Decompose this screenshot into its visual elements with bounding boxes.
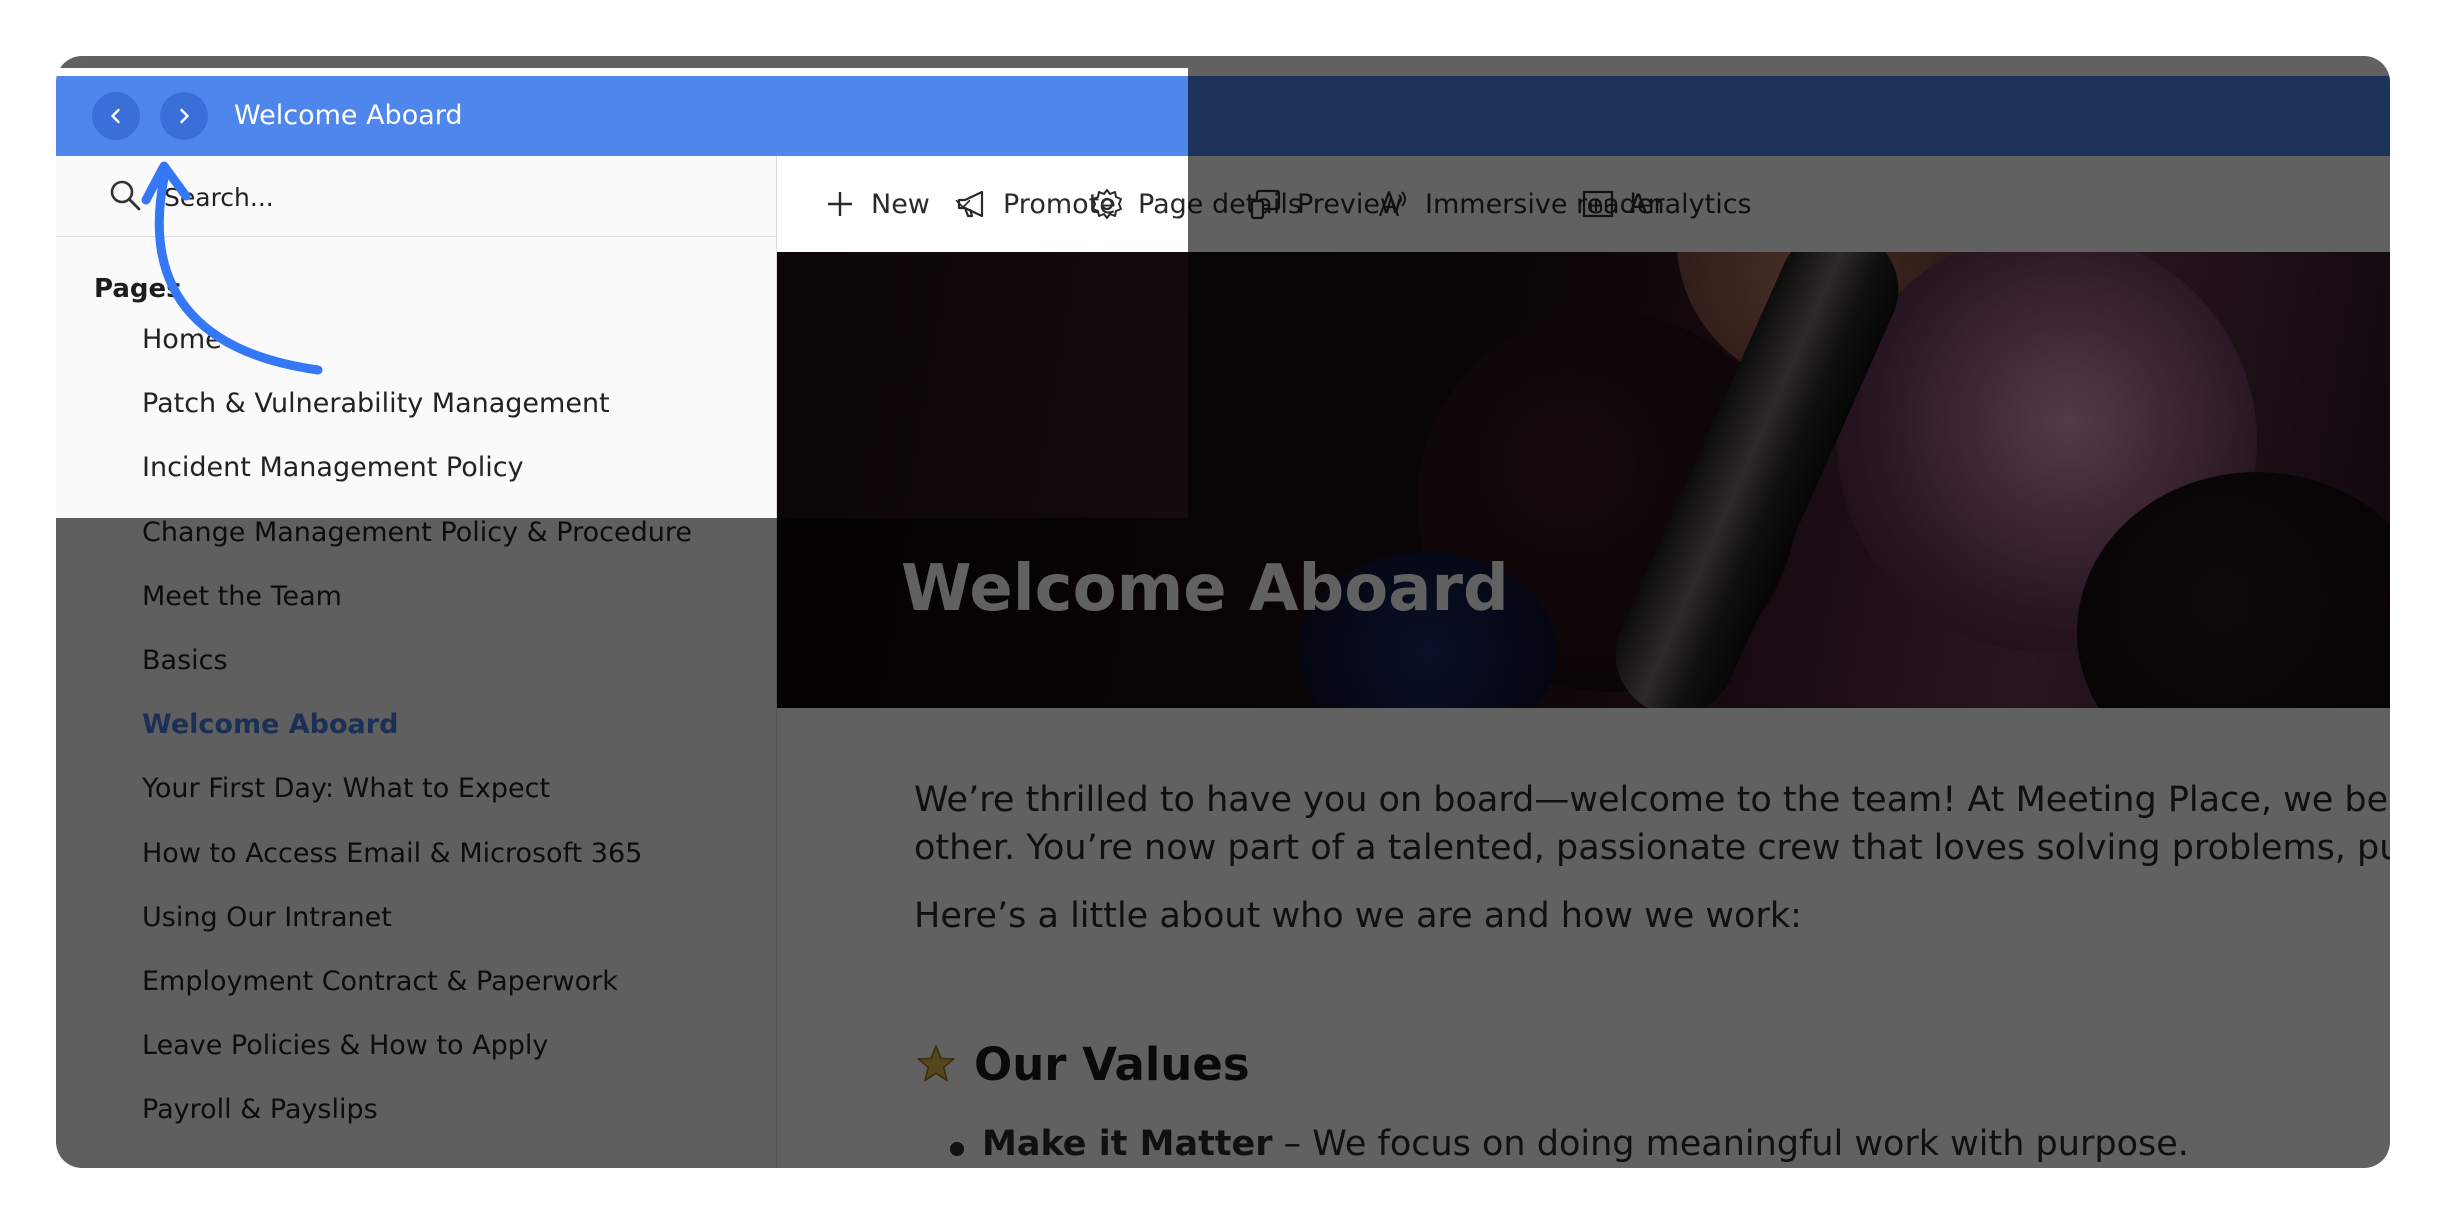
new-label: New bbox=[871, 188, 930, 220]
sidebar-item-intranet[interactable]: Using Our Intranet bbox=[142, 896, 692, 960]
hero-title: Welcome Aboard bbox=[901, 552, 1509, 626]
values-heading-text: Our Values bbox=[974, 1038, 1250, 1091]
values-heading: Our Values bbox=[914, 1038, 1250, 1091]
window-top-strip bbox=[56, 56, 2390, 76]
command-bar: New Promote Page details Preview Immersi… bbox=[777, 156, 2390, 252]
search-icon bbox=[110, 180, 141, 211]
sidebar-item-email-m365[interactable]: How to Access Email & Microsoft 365 bbox=[142, 832, 692, 896]
chevron-right-icon bbox=[180, 108, 189, 124]
bullet-bold: Make it Matter bbox=[982, 1124, 1273, 1164]
plus-icon bbox=[828, 192, 852, 216]
intro-paragraph-2: Here’s a little about who we are and how… bbox=[914, 896, 1802, 936]
sidebar-item-home[interactable]: Home bbox=[142, 318, 692, 382]
pages-heading: Pages bbox=[94, 274, 182, 304]
analytics-icon bbox=[1582, 190, 1614, 218]
chevron-left-icon bbox=[111, 108, 120, 124]
star-badge-icon bbox=[916, 1043, 956, 1082]
preview-icon bbox=[1250, 189, 1281, 220]
gear-icon bbox=[1092, 189, 1122, 219]
bullet-text: – We focus on doing meaningful work with… bbox=[1272, 1124, 2189, 1164]
sidebar-item-basics[interactable]: Basics bbox=[142, 639, 692, 703]
intro-line-1: We’re thrilled to have you on board—welc… bbox=[914, 780, 2390, 820]
sidebar-item-patch-vulnerability[interactable]: Patch & Vulnerability Management bbox=[142, 382, 692, 446]
sidebar-item-incident-management[interactable]: Incident Management Policy bbox=[142, 446, 692, 510]
new-button[interactable]: New bbox=[823, 156, 974, 252]
analytics-button[interactable]: Analytics bbox=[1581, 156, 1752, 252]
search-box[interactable] bbox=[56, 156, 776, 237]
sidebar-item-change-management[interactable]: Change Management Policy & Procedure bbox=[142, 511, 692, 575]
sidebar-item-payroll[interactable]: Payroll & Payslips bbox=[142, 1088, 692, 1152]
sidebar-item-first-day[interactable]: Your First Day: What to Expect bbox=[142, 767, 692, 831]
sidebar-item-contract-paperwork[interactable]: Employment Contract & Paperwork bbox=[142, 960, 692, 1024]
app-window: Welcome Aboard Pages Home Patch & Vulner… bbox=[56, 56, 2390, 1168]
sidebar-item-leave-policies[interactable]: Leave Policies & How to Apply bbox=[142, 1024, 692, 1088]
window-title: Welcome Aboard bbox=[234, 100, 463, 131]
immersive-reader-icon bbox=[1378, 190, 1406, 217]
list-item: Make it Matter – We focus on doing meani… bbox=[950, 1124, 2189, 1164]
hero-banner: Welcome Aboard bbox=[777, 252, 2390, 708]
intro-line-2: other. You’re now part of a talented, pa… bbox=[914, 828, 2390, 868]
page-content: We’re thrilled to have you on board—welc… bbox=[914, 776, 2390, 1164]
page-list: Home Patch & Vulnerability Management In… bbox=[142, 318, 692, 1152]
forward-button[interactable] bbox=[160, 92, 208, 140]
back-button[interactable] bbox=[92, 92, 140, 140]
sidebar-item-welcome-aboard[interactable]: Welcome Aboard bbox=[142, 703, 692, 767]
search-input[interactable] bbox=[162, 174, 726, 220]
title-bar: Welcome Aboard bbox=[56, 76, 2390, 156]
pages-sidebar: Pages Home Patch & Vulnerability Managem… bbox=[56, 156, 777, 1168]
megaphone-icon bbox=[957, 190, 984, 218]
sidebar-item-meet-the-team[interactable]: Meet the Team bbox=[142, 575, 692, 639]
analytics-label: Analytics bbox=[1629, 188, 1752, 220]
